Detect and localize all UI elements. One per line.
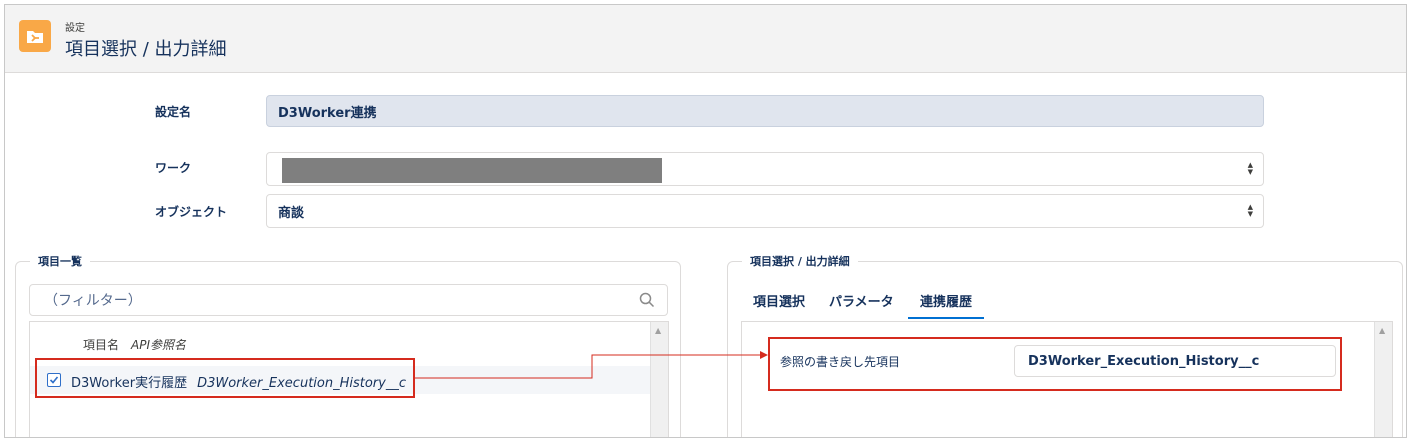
annotation-arrow [415,351,768,379]
app-window: 設定 項目選択 / 出力詳細 設定名 D3Worker連携 ワーク ▲ ▼ オブジ… [4,4,1407,438]
